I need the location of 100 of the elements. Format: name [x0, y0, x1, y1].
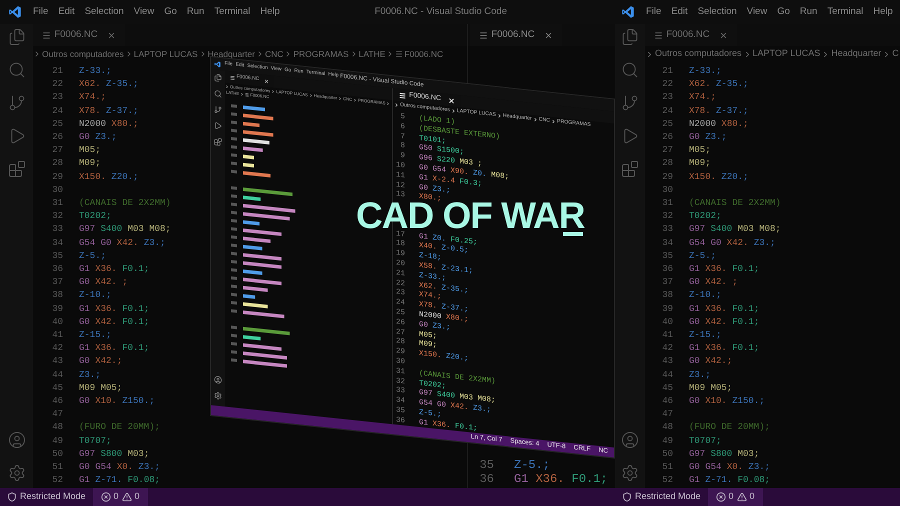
chevron-icon [551, 119, 556, 125]
line-number: 45 [662, 382, 673, 395]
files-icon[interactable] [8, 28, 26, 46]
branch-icon[interactable] [214, 105, 222, 114]
line-number: 26 [52, 131, 63, 144]
line-number: 22 [52, 78, 63, 92]
breadcrumb-item[interactable]: Outros computadores [654, 47, 743, 61]
files-icon[interactable] [621, 28, 639, 46]
account-icon[interactable] [214, 375, 222, 384]
branch-icon[interactable] [621, 94, 639, 112]
code-line: X62. Z-35.; [79, 78, 138, 92]
account-icon[interactable] [8, 431, 26, 449]
line-number: 33 [662, 223, 673, 236]
chevron-icon [33, 50, 41, 58]
account-icon[interactable] [621, 431, 639, 449]
code-line: M09 M05; [79, 382, 122, 395]
line-number: 31 [662, 197, 673, 210]
close-icon[interactable] [264, 78, 270, 84]
warning-count[interactable]: 0 [750, 490, 755, 504]
error-count[interactable]: 0 [728, 490, 734, 504]
code-line: G1 X36. F0.1; [689, 302, 760, 316]
menu-item[interactable]: Terminal [822, 4, 868, 20]
code-line: G0 Z3.; [79, 131, 117, 144]
code-line: G0 G54 X0. Z3.; [79, 461, 160, 474]
file-lines-icon [395, 50, 404, 58]
code-line: M09 M05; [689, 382, 732, 395]
code-line: (CANAIS DE 2X2MM) [79, 197, 171, 210]
breadcrumb-item[interactable]: C [891, 47, 900, 61]
code-line: Z-15.; [689, 329, 722, 342]
menu-item[interactable]: View [128, 4, 160, 20]
settings-icon[interactable] [8, 464, 26, 482]
breadcrumb-item[interactable]: LATHE [358, 48, 386, 60]
line-number: 46 [662, 395, 673, 408]
code-line: T0707; [689, 434, 722, 448]
error-count[interactable]: 0 [114, 490, 119, 504]
breadcrumb-item[interactable]: F0006.NC [404, 48, 444, 60]
breadcrumb-item[interactable]: CNC [264, 48, 284, 60]
line-number: 43 [662, 355, 673, 368]
line-number: 31 [52, 197, 63, 210]
menu-item[interactable]: View [742, 4, 772, 20]
settings-icon[interactable] [214, 391, 222, 400]
code-line: X74.; [79, 91, 106, 104]
code-line: T0202; [689, 210, 722, 224]
run-icon[interactable] [214, 121, 222, 130]
breadcrumb-item[interactable]: Outros computadores [41, 48, 125, 60]
search-icon[interactable] [214, 89, 222, 98]
line-number: 39 [662, 302, 673, 316]
files-icon[interactable] [214, 73, 222, 82]
code-line: G0 X42. ; [79, 276, 128, 290]
error-icon [716, 492, 726, 502]
chevron-icon [496, 114, 502, 120]
line-number: 49 [52, 434, 63, 448]
breadcrumb-item[interactable]: LAPTOP LUCAS [132, 48, 199, 60]
shield-icon [7, 492, 17, 502]
menu-item[interactable]: Edit [53, 4, 80, 20]
code-line: N2000 X80.; [79, 118, 138, 131]
warning-count[interactable]: 0 [134, 490, 140, 504]
line-number: 36 [52, 263, 63, 276]
code-line: X78. Z-37.; [79, 104, 138, 118]
line-number: 36 [662, 263, 673, 276]
code-line: G1 X36. F0.1; [689, 342, 760, 356]
line-number: 37 [662, 276, 673, 290]
extensions-icon[interactable] [8, 160, 26, 178]
line-number: 51 [662, 461, 673, 474]
menu-item[interactable]: Selection [692, 4, 742, 20]
menu-item[interactable]: Help [868, 4, 898, 20]
menu-item[interactable]: Edit [666, 4, 693, 20]
line-number: 50 [662, 448, 673, 461]
menu-item[interactable]: Selection [80, 4, 129, 20]
menu-item[interactable]: File [28, 4, 54, 20]
status-mode[interactable]: Restricted Mode [20, 490, 86, 504]
breadcrumb-item[interactable]: Headquarter [206, 48, 256, 60]
branch-icon[interactable] [8, 94, 26, 112]
search-icon[interactable] [8, 61, 26, 79]
line-number: 52 [662, 474, 673, 488]
menu-item[interactable]: Help [255, 4, 285, 20]
file-lines-icon [42, 30, 51, 40]
code-line: G54 G0 X42. Z3.; [79, 236, 166, 250]
menu-item[interactable]: File [641, 4, 666, 20]
chevron-icon [338, 96, 342, 102]
shield-icon [622, 492, 632, 502]
menu-item[interactable]: Terminal [209, 4, 256, 20]
breadcrumb-item[interactable]: Headquarter [830, 47, 882, 61]
line-number: 34 [662, 236, 673, 250]
code-line: T0202; [79, 210, 112, 224]
search-icon[interactable] [621, 61, 639, 79]
app-logo-icon [621, 5, 635, 19]
status-mode[interactable]: Restricted Mode [635, 490, 701, 504]
line-number: 30 [662, 184, 673, 197]
line-number: 24 [662, 104, 673, 118]
breadcrumb-item[interactable]: LAPTOP LUCAS [752, 47, 822, 61]
menu-item[interactable]: Go [772, 4, 795, 20]
settings-icon[interactable] [621, 464, 639, 482]
extensions-icon[interactable] [621, 160, 639, 178]
menu-item[interactable]: Run [182, 4, 210, 20]
menu-item[interactable]: Go [159, 4, 182, 20]
extensions-icon[interactable] [214, 137, 222, 146]
code-line: T0707; [79, 434, 112, 448]
menu-item[interactable]: Run [794, 4, 822, 20]
breadcrumb-item[interactable]: PROGRAMAS [292, 48, 350, 60]
